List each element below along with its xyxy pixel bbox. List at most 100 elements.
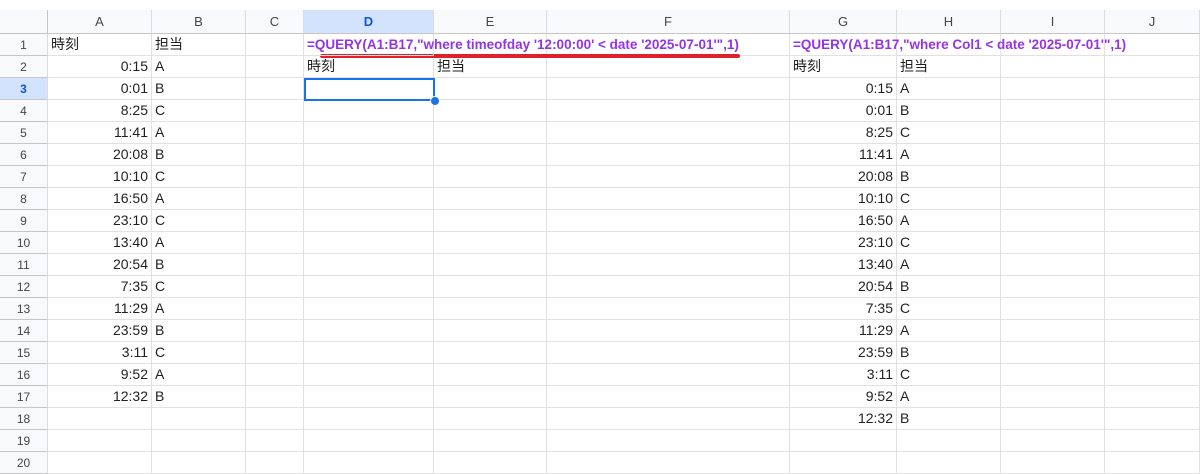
cell-i18[interactable] — [1001, 408, 1105, 430]
column-header-f[interactable]: F — [547, 10, 790, 34]
cell-e5[interactable] — [434, 122, 547, 144]
cell-h13[interactable]: C — [897, 298, 1001, 320]
cell-g13[interactable]: 7:35 — [790, 298, 897, 320]
cell-i5[interactable] — [1001, 122, 1105, 144]
row-header-3[interactable]: 3 — [0, 78, 48, 100]
cell-d8[interactable] — [304, 188, 434, 210]
cell-b18[interactable] — [152, 408, 246, 430]
cell-a4[interactable]: 8:25 — [48, 100, 152, 122]
row-header-6[interactable]: 6 — [0, 144, 48, 166]
column-header-a[interactable]: A — [48, 10, 152, 34]
cell-i12[interactable] — [1001, 276, 1105, 298]
cell-d11[interactable] — [304, 254, 434, 276]
cell-f3[interactable] — [547, 78, 790, 100]
cell-b7[interactable]: C — [152, 166, 246, 188]
cell-i7[interactable] — [1001, 166, 1105, 188]
cell-i3[interactable] — [1001, 78, 1105, 100]
cell-g20[interactable] — [790, 452, 897, 474]
cell-h16[interactable]: C — [897, 364, 1001, 386]
cell-j15[interactable] — [1105, 342, 1200, 364]
cell-b17[interactable]: B — [152, 386, 246, 408]
row-header-20[interactable]: 20 — [0, 452, 48, 474]
cell-f10[interactable] — [547, 232, 790, 254]
cell-a18[interactable] — [48, 408, 152, 430]
cell-f16[interactable] — [547, 364, 790, 386]
cell-a5[interactable]: 11:41 — [48, 122, 152, 144]
cell-c7[interactable] — [246, 166, 304, 188]
cell-h4[interactable]: B — [897, 100, 1001, 122]
cell-e18[interactable] — [434, 408, 547, 430]
cell-j10[interactable] — [1105, 232, 1200, 254]
row-header-15[interactable]: 15 — [0, 342, 48, 364]
cell-b14[interactable]: B — [152, 320, 246, 342]
cell-i9[interactable] — [1001, 210, 1105, 232]
cell-e4[interactable] — [434, 100, 547, 122]
cell-d14[interactable] — [304, 320, 434, 342]
cell-g15[interactable]: 23:59 — [790, 342, 897, 364]
cell-c11[interactable] — [246, 254, 304, 276]
cell-a17[interactable]: 12:32 — [48, 386, 152, 408]
cell-c17[interactable] — [246, 386, 304, 408]
cell-e17[interactable] — [434, 386, 547, 408]
cell-b1[interactable]: 担当 — [152, 34, 246, 56]
cell-j9[interactable] — [1105, 210, 1200, 232]
cell-i6[interactable] — [1001, 144, 1105, 166]
cell-a20[interactable] — [48, 452, 152, 474]
cell-a9[interactable]: 23:10 — [48, 210, 152, 232]
cell-f12[interactable] — [547, 276, 790, 298]
cell-b13[interactable]: A — [152, 298, 246, 320]
cell-i20[interactable] — [1001, 452, 1105, 474]
row-header-11[interactable]: 11 — [0, 254, 48, 276]
cell-j8[interactable] — [1105, 188, 1200, 210]
cell-b20[interactable] — [152, 452, 246, 474]
cell-h11[interactable]: A — [897, 254, 1001, 276]
cell-f11[interactable] — [547, 254, 790, 276]
cell-a8[interactable]: 16:50 — [48, 188, 152, 210]
cell-e6[interactable] — [434, 144, 547, 166]
cell-j17[interactable] — [1105, 386, 1200, 408]
cell-h5[interactable]: C — [897, 122, 1001, 144]
cell-i15[interactable] — [1001, 342, 1105, 364]
row-header-2[interactable]: 2 — [0, 56, 48, 78]
cell-d12[interactable] — [304, 276, 434, 298]
row-header-10[interactable]: 10 — [0, 232, 48, 254]
cell-h10[interactable]: C — [897, 232, 1001, 254]
cell-d9[interactable] — [304, 210, 434, 232]
column-header-h[interactable]: H — [897, 10, 1001, 34]
cell-c19[interactable] — [246, 430, 304, 452]
cell-i19[interactable] — [1001, 430, 1105, 452]
cell-a11[interactable]: 20:54 — [48, 254, 152, 276]
cell-j2[interactable] — [1105, 56, 1200, 78]
cell-g2[interactable]: 時刻 — [790, 56, 897, 78]
cell-g3[interactable]: 0:15 — [790, 78, 897, 100]
cell-a19[interactable] — [48, 430, 152, 452]
cell-a6[interactable]: 20:08 — [48, 144, 152, 166]
cell-i8[interactable] — [1001, 188, 1105, 210]
row-header-19[interactable]: 19 — [0, 430, 48, 452]
cell-b4[interactable]: C — [152, 100, 246, 122]
cell-b5[interactable]: A — [152, 122, 246, 144]
row-header-17[interactable]: 17 — [0, 386, 48, 408]
cell-e9[interactable] — [434, 210, 547, 232]
spreadsheet-grid[interactable]: A B C D E F G H I J 1 時刻 担当 =QUERY(A1:B17,"where time… — [0, 0, 1200, 474]
cell-g16[interactable]: 3:11 — [790, 364, 897, 386]
cell-d17[interactable] — [304, 386, 434, 408]
row-header-9[interactable]: 9 — [0, 210, 48, 232]
cell-j12[interactable] — [1105, 276, 1200, 298]
cell-a13[interactable]: 11:29 — [48, 298, 152, 320]
cell-e16[interactable] — [434, 364, 547, 386]
cell-h2[interactable]: 担当 — [897, 56, 1001, 78]
cell-h9[interactable]: A — [897, 210, 1001, 232]
cell-f19[interactable] — [547, 430, 790, 452]
cell-g7[interactable]: 20:08 — [790, 166, 897, 188]
cell-g8[interactable]: 10:10 — [790, 188, 897, 210]
cell-i13[interactable] — [1001, 298, 1105, 320]
cell-d20[interactable] — [304, 452, 434, 474]
cell-b10[interactable]: A — [152, 232, 246, 254]
column-header-j[interactable]: J — [1105, 10, 1200, 34]
cell-c16[interactable] — [246, 364, 304, 386]
cell-a3[interactable]: 0:01 — [48, 78, 152, 100]
cell-g5[interactable]: 8:25 — [790, 122, 897, 144]
cell-j13[interactable] — [1105, 298, 1200, 320]
cell-f14[interactable] — [547, 320, 790, 342]
